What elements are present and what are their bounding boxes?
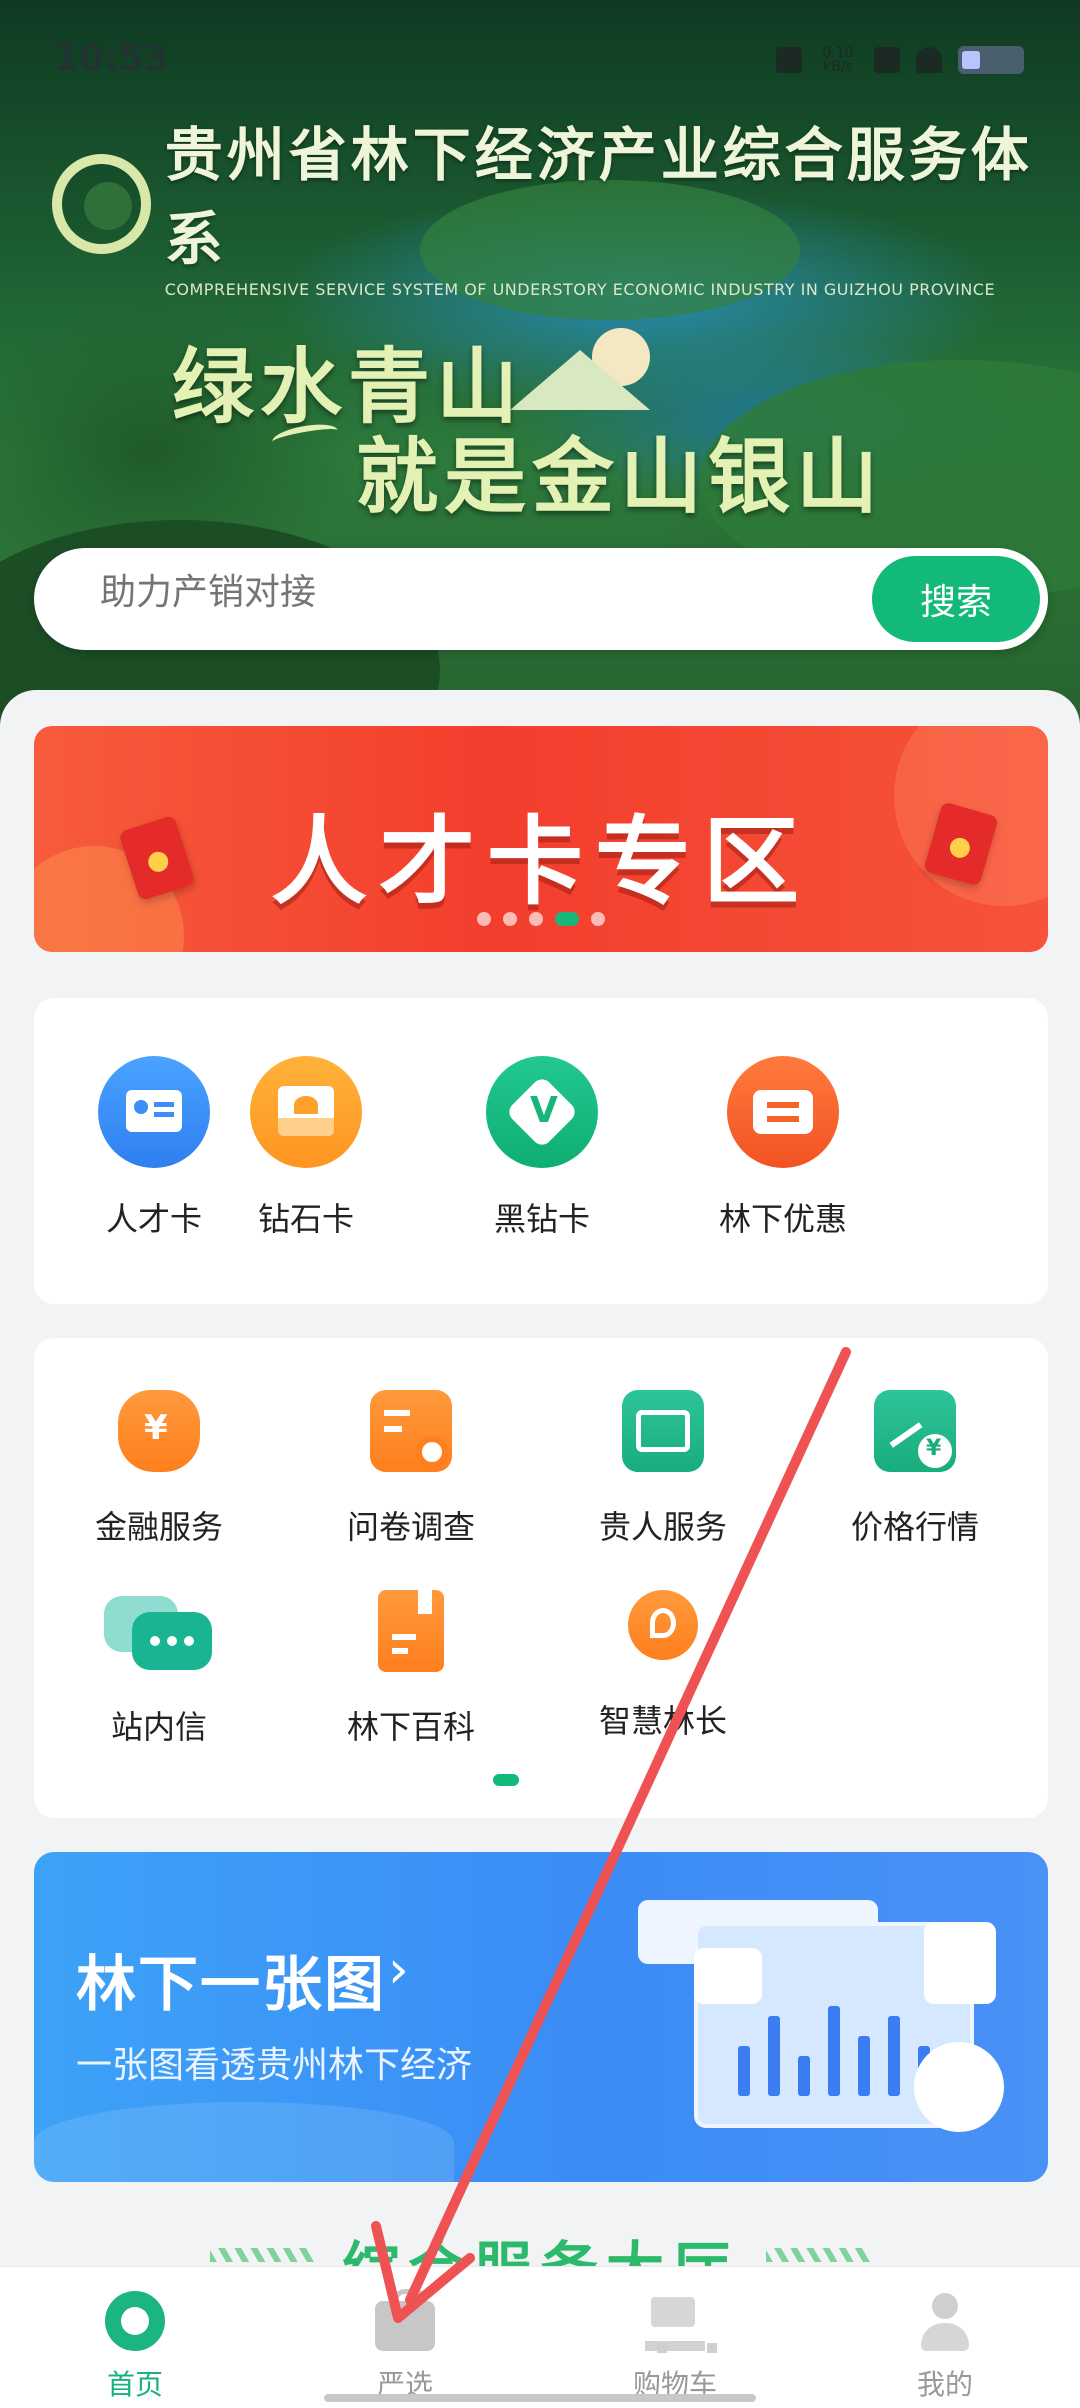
service-item-price[interactable]: ¥ 价格行情 — [830, 1390, 1000, 1548]
card-item-black-diamond[interactable]: V 黑钻卡 — [472, 1056, 612, 1240]
carousel-dot[interactable] — [503, 912, 517, 926]
ticket-icon — [727, 1056, 839, 1168]
app-title: 贵州省林下经济产业综合服务体系 — [164, 121, 1033, 273]
banner-title: 人才卡专区 — [271, 806, 811, 918]
survey-icon — [370, 1390, 452, 1472]
upload-cloud-icon — [694, 1948, 762, 2004]
service-label: 金融服务 — [94, 1508, 223, 1546]
map-card-subtitle: 一张图看透贵州林下经济 — [76, 2045, 473, 2086]
search-button[interactable]: 搜索 — [872, 556, 1040, 642]
service-item-encyclopedia[interactable]: 林下百科 — [326, 1590, 496, 1748]
envelope-heart-icon — [250, 1056, 362, 1168]
status-time: 10:53 — [54, 38, 169, 79]
wifi-icon — [916, 47, 942, 73]
nav-profile[interactable]: 我的 — [810, 2267, 1080, 2408]
search-input[interactable] — [100, 572, 800, 613]
carousel-dot[interactable] — [591, 912, 605, 926]
id-card-icon — [98, 1056, 210, 1168]
v-badge-icon: V — [486, 1056, 598, 1168]
price-trend-icon: ¥ — [874, 1390, 956, 1472]
status-bar: 10:53 0.10 kB/s — [0, 0, 1080, 120]
shopping-bag-icon — [924, 1922, 996, 2004]
pentagon-icon — [914, 2042, 1004, 2132]
carousel-dot[interactable] — [529, 912, 543, 926]
network-speed: 0.10 kB/s — [822, 45, 854, 75]
carousel-dots — [34, 912, 1048, 926]
card-item-talent[interactable]: 人才卡 — [84, 1056, 224, 1240]
card-item-diamond[interactable]: 钻石卡 — [236, 1056, 376, 1240]
battery-icon — [958, 46, 1024, 74]
sim-off-icon — [874, 47, 900, 73]
service-item-finance[interactable]: ¥ 金融服务 — [74, 1390, 244, 1548]
map-card-decoration — [34, 2102, 454, 2182]
mute-icon — [776, 47, 802, 73]
card-item-label: 林下优惠 — [718, 1200, 847, 1238]
service-item-survey[interactable]: 问卷调查 — [326, 1390, 496, 1548]
bottom-navigation: 首页 严选 购物车 我的 — [0, 2266, 1080, 2408]
nav-home[interactable]: 首页 — [0, 2267, 270, 2408]
money-bag-icon: ¥ — [118, 1390, 200, 1472]
nav-selected-goods[interactable]: 严选 — [270, 2267, 540, 2408]
card-item-label: 钻石卡 — [257, 1200, 354, 1238]
search-bar: 搜索 — [34, 548, 1048, 650]
services-page-indicator — [493, 1774, 519, 1786]
slogan-line2: 就是金山银山 — [356, 429, 885, 525]
carousel-dot[interactable] — [477, 912, 491, 926]
service-label: 林下百科 — [346, 1708, 475, 1746]
service-item-inbox[interactable]: 站内信 — [74, 1590, 244, 1748]
heading-decoration — [766, 2248, 870, 2262]
service-label: 贵人服务 — [598, 1508, 727, 1546]
service-label: 站内信 — [110, 1708, 207, 1746]
nav-label: 首页 — [106, 2368, 163, 2401]
leaf-hexagon-icon — [628, 1590, 698, 1660]
map-card[interactable]: 林下一张图 › 一张图看透贵州林下经济 — [34, 1852, 1048, 2182]
app-subtitle: COMPREHENSIVE SERVICE SYSTEM OF UNDERSTO… — [164, 280, 996, 299]
chat-bubbles-icon — [104, 1590, 214, 1672]
home-logo-icon — [105, 2291, 165, 2351]
map-card-title: 林下一张图 — [76, 1950, 386, 2020]
mountain-icon — [510, 350, 650, 410]
service-label: 问卷调查 — [346, 1508, 475, 1546]
card-item-discount[interactable]: 林下优惠 — [688, 1056, 878, 1240]
promo-carousel[interactable]: 人才卡专区 — [34, 726, 1048, 952]
nav-label: 我的 — [916, 2368, 973, 2401]
service-label: 智慧林长 — [598, 1702, 727, 1740]
status-icons: 0.10 kB/s — [776, 46, 1024, 74]
app-logo-icon — [52, 153, 151, 254]
card-item-label: 黑钻卡 — [493, 1200, 590, 1238]
service-item-vip[interactable]: 贵人服务 — [578, 1390, 748, 1548]
user-icon — [915, 2291, 975, 2351]
encyclopedia-icon — [378, 1590, 444, 1672]
service-seal-icon — [622, 1390, 704, 1472]
service-label: 价格行情 — [850, 1508, 979, 1546]
shopping-bag-icon — [375, 2289, 435, 2351]
cart-icon — [645, 2291, 717, 2353]
membership-cards-panel: 人才卡 钻石卡 V 黑钻卡 林下优惠 — [34, 998, 1048, 1304]
services-panel: ¥ 金融服务 问卷调查 贵人服务 ¥ 价格行情 站内信 林下百科 智慧林长 — [34, 1338, 1048, 1818]
chevron-right-icon: › — [388, 1940, 409, 2000]
service-item-forest-chief[interactable]: 智慧林长 — [578, 1590, 748, 1742]
nav-cart[interactable]: 购物车 — [540, 2267, 810, 2408]
carousel-dot-active[interactable] — [555, 912, 579, 926]
card-item-label: 人才卡 — [105, 1200, 202, 1238]
home-indicator — [324, 2394, 756, 2402]
app-logo-row: 贵州省林下经济产业综合服务体系 COMPREHENSIVE SERVICE SY… — [52, 108, 1080, 299]
